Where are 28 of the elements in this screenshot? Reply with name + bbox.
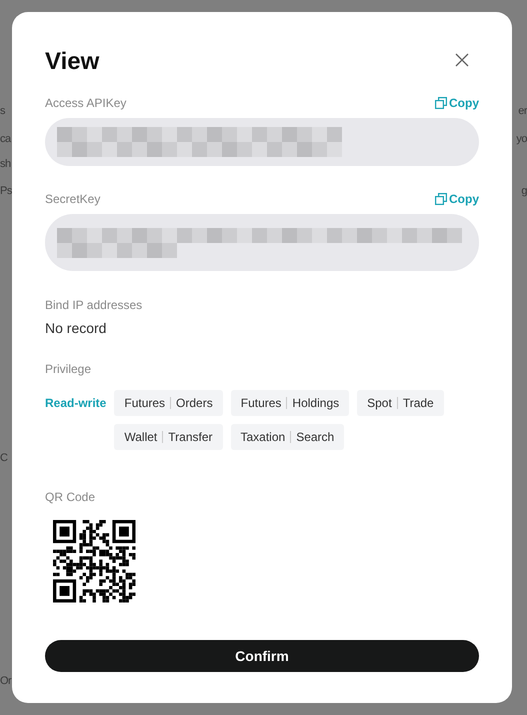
background-text: Or — [0, 674, 12, 688]
background-text: er — [518, 104, 527, 118]
copy-link[interactable]: Copy — [435, 96, 479, 110]
confirm-button[interactable]: Confirm — [45, 640, 479, 672]
field-label: Bind IP addresses — [45, 298, 144, 312]
background-text: C — [0, 451, 8, 465]
copy-icon — [435, 193, 447, 205]
privilege-tag: Futures Orders — [114, 390, 223, 416]
field-label: Access APIKey — [45, 96, 126, 110]
background-text: s — [0, 104, 5, 118]
copy-icon — [435, 97, 447, 109]
privilege-tag: Wallet Transfer — [114, 424, 222, 450]
privilege-tag: Spot Trade — [357, 390, 444, 416]
privilege-mode: Read-write — [45, 395, 106, 412]
privilege-tag: Taxation Search — [230, 424, 344, 450]
field-label: QR Code — [45, 490, 96, 504]
privilege-tag: Futures Holdings — [230, 390, 350, 416]
background-text: sh — [0, 157, 11, 171]
background-text: g — [521, 184, 527, 198]
copy-link[interactable]: Copy — [435, 192, 479, 206]
dialog-title: View — [45, 48, 100, 76]
close-icon — [455, 53, 469, 67]
background-text: ca — [0, 132, 11, 146]
background-text: yo — [516, 132, 527, 146]
field-label: SecretKey — [45, 192, 100, 206]
bind-ip-value: No record — [45, 320, 108, 336]
background-text: Ps — [0, 184, 12, 198]
field-label: Privilege — [45, 362, 92, 376]
